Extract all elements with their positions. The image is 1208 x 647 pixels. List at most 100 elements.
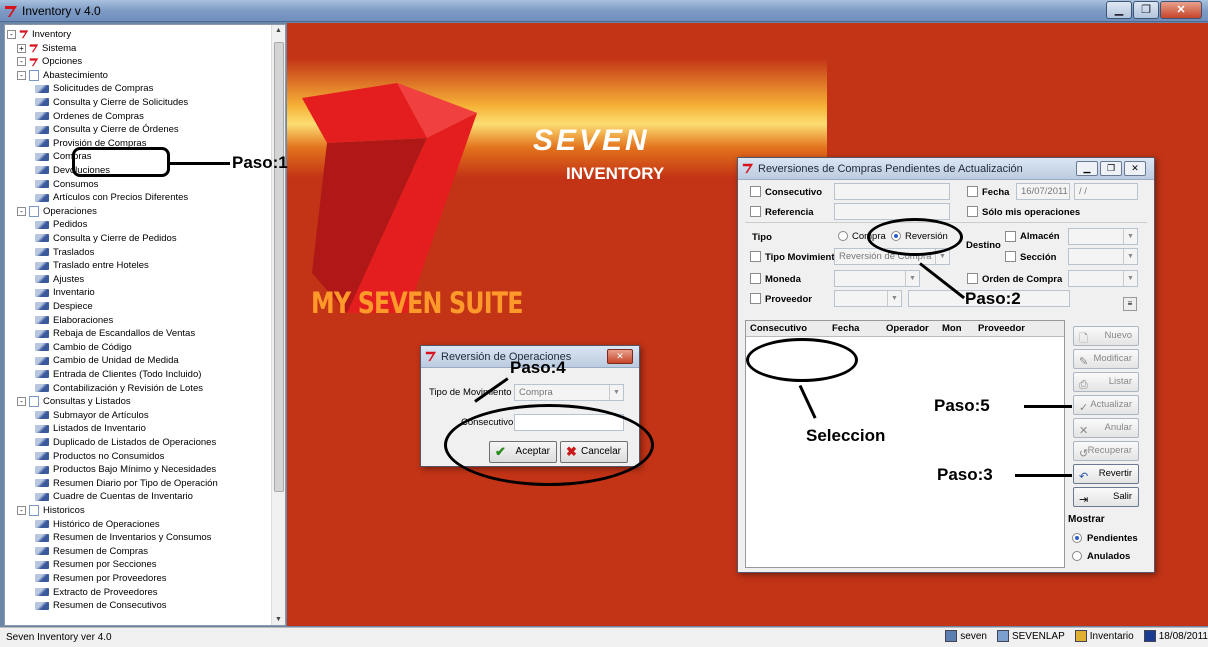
tree-item[interactable]: Traslados	[35, 246, 94, 259]
almacen-combo[interactable]: ▼	[1068, 228, 1138, 245]
tree-item[interactable]: Resumen Diario por Tipo de Operación	[35, 477, 218, 490]
tree-item[interactable]: Duplicado de Listados de Operaciones	[35, 436, 216, 449]
tree-item[interactable]: - Consultas y Listados	[17, 395, 131, 408]
tree-item[interactable]: Ajustes	[35, 273, 84, 286]
listar-button[interactable]: ⎙ Listar	[1073, 372, 1139, 392]
collapse-icon[interactable]: -	[17, 397, 26, 407]
actualizar-button[interactable]: ✓ Actualizar	[1073, 395, 1139, 415]
maximize-button[interactable]: ❐	[1133, 1, 1159, 19]
tree-item-label: Contabilización y Revisión de Lotes	[53, 382, 203, 394]
collapse-icon[interactable]: -	[17, 57, 26, 67]
orden-compra-checkbox[interactable]	[967, 273, 978, 284]
tipo-movimiento-combo[interactable]: Compra ▼	[514, 384, 624, 401]
referencia-input[interactable]	[834, 203, 950, 220]
tree-item[interactable]: - Historicos	[17, 504, 85, 517]
tree-item[interactable]: Consulta y Cierre de Órdenes	[35, 123, 179, 136]
tree-item[interactable]: Traslado entre Hoteles	[35, 259, 149, 272]
tree-item[interactable]: Consulta y Cierre de Solicitudes	[35, 96, 188, 109]
tree-item-label: Sistema	[42, 42, 77, 54]
proveedor-combo[interactable]: ▼	[834, 290, 902, 307]
scroll-thumb[interactable]	[274, 42, 284, 492]
consecutivo-input[interactable]	[834, 183, 950, 200]
tree-item[interactable]: - Abastecimiento	[17, 69, 108, 82]
tree-scrollbar[interactable]: ▲ ▼	[271, 25, 285, 625]
moneda-checkbox[interactable]	[750, 273, 761, 284]
seccion-combo[interactable]: ▼	[1068, 248, 1138, 265]
tree-item[interactable]: Pedidos	[35, 218, 87, 231]
nuevo-button[interactable]: 🗋 Nuevo	[1073, 326, 1139, 346]
tree-item[interactable]: - Operaciones	[17, 205, 97, 218]
moneda-combo[interactable]: ▼	[834, 270, 920, 287]
anulados-radio[interactable]	[1072, 551, 1082, 561]
grid-column-header[interactable]: Consecutivo	[750, 323, 807, 334]
tree-item[interactable]: - Opciones	[17, 55, 82, 68]
tree-item[interactable]: Entrada de Clientes (Todo Incluido)	[35, 368, 201, 381]
collapse-icon[interactable]: -	[17, 206, 26, 216]
consecutivo-checkbox[interactable]	[750, 186, 761, 197]
close-button[interactable]: ✕	[607, 349, 633, 364]
scroll-up-icon[interactable]: ▲	[275, 27, 282, 34]
tree-item[interactable]: Cambio de Unidad de Medida	[35, 354, 179, 367]
tree-item[interactable]: Ordenes de Compras	[35, 110, 144, 123]
tree-item[interactable]: Cuadre de Cuentas de Inventario	[35, 490, 193, 503]
almacen-checkbox[interactable]	[1005, 231, 1016, 242]
tree-item[interactable]: Despiece	[35, 300, 93, 313]
anular-button[interactable]: ✕ Anular	[1073, 418, 1139, 438]
tree-item[interactable]: Productos no Consumidos	[35, 450, 164, 463]
solo-mis-operaciones-checkbox[interactable]	[967, 206, 978, 217]
seccion-checkbox[interactable]	[1005, 251, 1016, 262]
recuperar-button[interactable]: ↺ Recuperar	[1073, 441, 1139, 461]
minimize-button[interactable]: ▁	[1106, 1, 1132, 19]
scroll-down-icon[interactable]: ▼	[275, 616, 282, 623]
expand-icon[interactable]: +	[17, 43, 26, 53]
tree-item[interactable]: Resumen por Secciones	[35, 558, 157, 571]
tree-item[interactable]: Consumos	[35, 178, 98, 191]
collapse-icon[interactable]: -	[17, 505, 26, 515]
tree-item[interactable]: Elaboraciones	[35, 314, 113, 327]
tree-item[interactable]: Resumen de Compras	[35, 545, 148, 558]
grid-column-header[interactable]: Proveedor	[978, 323, 1025, 334]
fecha-hasta-input[interactable]: / /	[1074, 183, 1138, 200]
maximize-button[interactable]: ❐	[1100, 161, 1122, 176]
referencia-checkbox[interactable]	[750, 206, 761, 217]
tree-item[interactable]: Resumen de Consecutivos	[35, 599, 167, 612]
tipo-movimiento-checkbox[interactable]	[750, 251, 761, 262]
tree-item[interactable]: Listados de Inventario	[35, 422, 146, 435]
tree-item[interactable]: Artículos con Precios Diferentes	[35, 191, 188, 204]
tree-item[interactable]: Submayor de Artículos	[35, 409, 149, 422]
tree-item[interactable]: Resumen de Inventarios y Consumos	[35, 531, 211, 544]
collapse-icon[interactable]: -	[17, 70, 26, 80]
salir-button[interactable]: ⇥ Salir	[1073, 487, 1139, 507]
revertir-button[interactable]: ↶ Revertir	[1073, 464, 1139, 484]
tree-item[interactable]: Histórico de Operaciones	[35, 518, 160, 531]
list-options-icon[interactable]: ≡	[1123, 297, 1137, 311]
compra-radio[interactable]	[838, 231, 848, 241]
tree-item[interactable]: Consulta y Cierre de Pedidos	[35, 232, 177, 245]
tree-item[interactable]: Cambio de Código	[35, 341, 132, 354]
chevron-down-icon: ▼	[609, 385, 623, 400]
close-button[interactable]: ✕	[1160, 1, 1202, 19]
pendientes-radio[interactable]	[1072, 533, 1082, 543]
chevron-down-icon: ▼	[1123, 249, 1137, 264]
tree-item[interactable]: Extracto de Proveedores	[35, 586, 158, 599]
tree-item[interactable]: Rebaja de Escandallos de Ventas	[35, 327, 195, 340]
collapse-icon[interactable]: -	[7, 29, 16, 39]
close-button[interactable]: ✕	[1124, 161, 1146, 176]
orden-compra-combo[interactable]: ▼	[1068, 270, 1138, 287]
minimize-button[interactable]: ▁	[1076, 161, 1098, 176]
tree-item[interactable]: Resumen por Proveedores	[35, 572, 167, 585]
modificar-button[interactable]: ✎ Modificar	[1073, 349, 1139, 369]
grid-column-header[interactable]: Fecha	[832, 323, 859, 334]
grid-column-header[interactable]: Operador	[886, 323, 929, 334]
tree-item[interactable]: + Sistema	[17, 42, 76, 55]
tree-item[interactable]: Inventario	[35, 286, 95, 299]
grid-column-header[interactable]: Mon	[942, 323, 962, 334]
tree-item[interactable]: - Inventory	[7, 28, 71, 41]
fecha-checkbox[interactable]	[967, 186, 978, 197]
fecha-desde-input[interactable]: 16/07/2011	[1016, 183, 1070, 200]
navigation-tree[interactable]: ▲ ▼ - Inventory + Sistema - Opciones - Abasteci…	[4, 24, 286, 626]
proveedor-checkbox[interactable]	[750, 293, 761, 304]
tree-item[interactable]: Solicitudes de Compras	[35, 82, 153, 95]
tree-item[interactable]: Contabilización y Revisión de Lotes	[35, 382, 203, 395]
tree-item[interactable]: Productos Bajo Mínimo y Necesidades	[35, 463, 216, 476]
